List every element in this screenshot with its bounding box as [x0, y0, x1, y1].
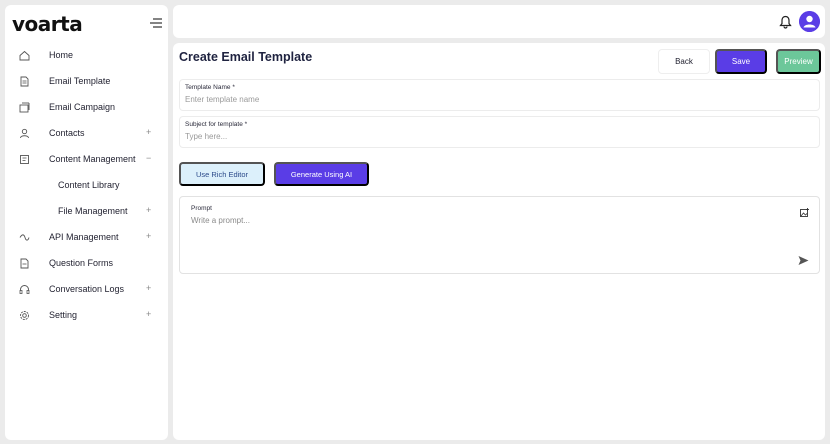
subject-label: Subject for template * [185, 121, 248, 128]
main-content: Create Email Template Back Save Preview … [173, 43, 825, 440]
sidebar-item-label: API Management [49, 232, 119, 242]
sidebar-item-label: Conversation Logs [49, 284, 125, 294]
back-button[interactable]: Back [658, 49, 710, 74]
prompt-input[interactable] [191, 216, 781, 256]
sidebar-item-setting[interactable]: Setting + [5, 302, 168, 328]
expand-icon[interactable]: + [146, 127, 151, 137]
sidebar-item-content-library[interactable]: Content Library [5, 172, 168, 198]
menu-collapse-icon[interactable] [150, 17, 162, 29]
headset-icon [19, 285, 30, 294]
sidebar-item-label: Home [49, 50, 74, 60]
home-icon [19, 50, 30, 61]
collapse-icon[interactable]: − [146, 153, 151, 163]
sidebar-item-content-management[interactable]: Content Management − [5, 146, 168, 172]
forms-icon [20, 258, 29, 269]
avatar[interactable] [799, 11, 820, 32]
sidebar-item-label: Content Library [58, 180, 120, 190]
sidebar-item-label: Setting [49, 310, 78, 320]
top-bar [173, 5, 825, 38]
sidebar-item-api-management[interactable]: API Management + [5, 224, 168, 250]
sidebar-item-email-template[interactable]: Email Template [5, 68, 168, 94]
logo-text: voarta [12, 12, 83, 36]
logo[interactable]: voarta [12, 12, 83, 36]
template-name-label: Template Name * [185, 84, 235, 91]
expand-icon[interactable]: + [146, 283, 151, 293]
expand-icon[interactable]: + [146, 205, 151, 215]
page-title: Create Email Template [179, 50, 313, 64]
sidebar-item-label: File Management [58, 206, 128, 216]
template-name-field: Template Name * [179, 79, 820, 111]
generate-using-ai-button[interactable]: Generate Using AI [274, 162, 369, 186]
expand-icon[interactable]: + [146, 309, 151, 319]
sidebar-item-label: Contacts [49, 128, 85, 138]
contacts-icon [20, 128, 29, 139]
sidebar: voarta Home Email Template Email Campaig… [5, 5, 168, 440]
template-name-input[interactable] [185, 95, 805, 104]
api-icon [19, 234, 30, 241]
prompt-box: Prompt [179, 196, 820, 274]
gear-icon [20, 311, 29, 320]
sidebar-item-label: Question Forms [49, 258, 114, 268]
campaign-icon [19, 102, 30, 113]
send-icon[interactable] [798, 255, 809, 266]
subject-input[interactable] [185, 132, 805, 141]
sidebar-item-email-campaign[interactable]: Email Campaign [5, 94, 168, 120]
sidebar-item-question-forms[interactable]: Question Forms [5, 250, 168, 276]
expand-icon[interactable]: + [146, 231, 151, 241]
content-icon [20, 155, 29, 164]
sidebar-item-label: Email Template [49, 76, 111, 86]
sidebar-item-label: Email Campaign [49, 102, 116, 112]
add-image-icon[interactable] [800, 208, 809, 217]
sidebar-item-label: Content Management [49, 154, 136, 164]
sidebar-nav: Home Email Template Email Campaign Conta… [5, 42, 168, 328]
bell-icon[interactable] [779, 15, 792, 29]
preview-button[interactable]: Preview [776, 49, 821, 74]
sidebar-item-home[interactable]: Home [5, 42, 168, 68]
sidebar-item-contacts[interactable]: Contacts + [5, 120, 168, 146]
document-icon [20, 76, 29, 87]
sidebar-item-conversation-logs[interactable]: Conversation Logs + [5, 276, 168, 302]
use-rich-editor-button[interactable]: Use Rich Editor [179, 162, 265, 186]
subject-field: Subject for template * [179, 116, 820, 148]
sidebar-item-file-management[interactable]: File Management + [5, 198, 168, 224]
save-button[interactable]: Save [715, 49, 767, 74]
prompt-label: Prompt [191, 205, 212, 212]
